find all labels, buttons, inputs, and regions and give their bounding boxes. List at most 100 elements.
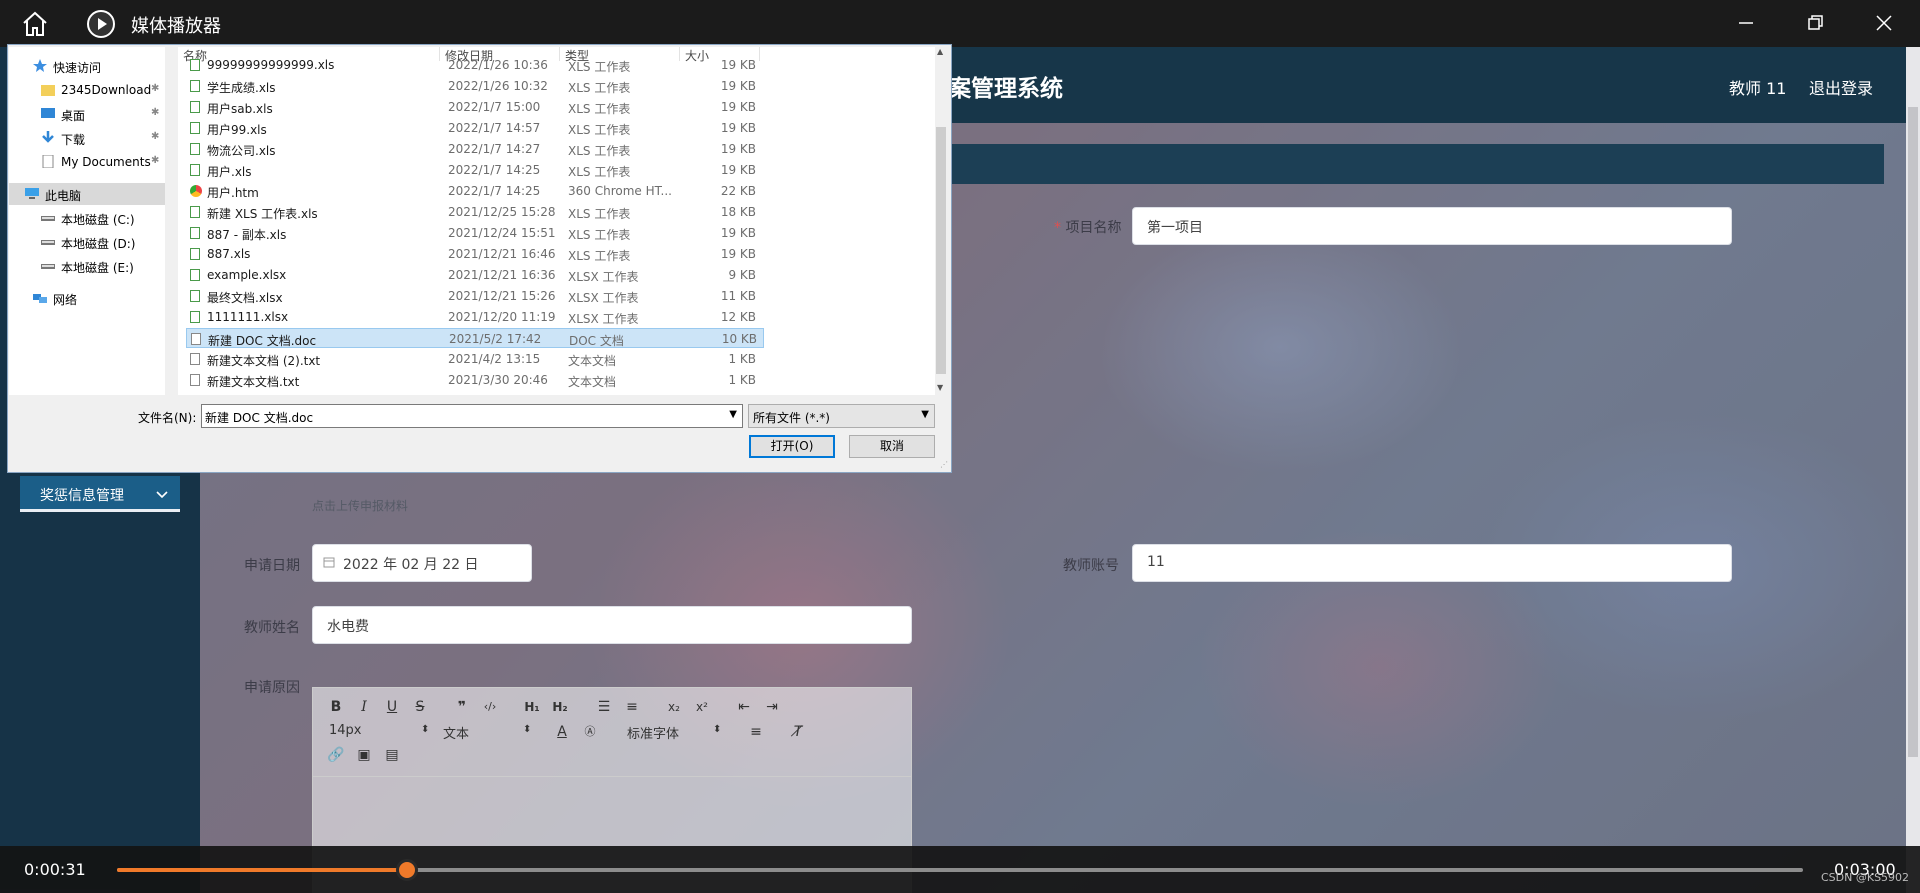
file-row[interactable]: 用户.htm 2022/1/7 14:25 360 Chrome HT... 22 K… xyxy=(186,181,764,201)
file-size: 1 KB xyxy=(728,352,756,366)
image-icon[interactable]: ▣ xyxy=(355,746,373,764)
nav-item[interactable]: 本地磁盘 (D:) xyxy=(9,231,165,253)
file-row[interactable]: 887.xls 2021/12/21 16:46 XLS 工作表 19 KB xyxy=(186,244,764,264)
nav-item[interactable]: 快速访问 xyxy=(9,55,165,77)
file-type: XLS 工作表 xyxy=(568,60,631,74)
page-scrollbar-thumb[interactable] xyxy=(1908,107,1918,757)
restore-button[interactable] xyxy=(1792,6,1838,40)
teacher-account-input[interactable]: 11 xyxy=(1132,544,1732,582)
video-icon[interactable]: ▤ xyxy=(383,746,401,764)
file-row[interactable]: example.xlsx 2021/12/21 16:36 XLSX 工作表 9 KB xyxy=(186,265,764,285)
superscript-icon[interactable]: x² xyxy=(693,698,711,716)
filename-combobox[interactable]: 新建 DOC 文档.doc ▼ xyxy=(201,404,743,428)
file-row[interactable]: 1111111.xlsx 2021/12/20 11:19 XLSX 工作表 12 K… xyxy=(186,307,764,327)
file-date: 2022/1/26 10:36 xyxy=(448,58,548,72)
file-row[interactable]: 用户99.xls 2022/1/7 14:57 XLS 工作表 19 KB xyxy=(186,118,764,138)
background-color-icon[interactable]: Ⓐ xyxy=(581,723,599,741)
nav-item[interactable]: 本地磁盘 (C:) xyxy=(9,207,165,229)
file-name: 用户.xls xyxy=(207,165,252,179)
nav-item[interactable]: 2345Download ✱ xyxy=(9,79,165,101)
file-row[interactable]: 新建文本文档 (2).txt 2021/4/2 13:15 文本文档 1 KB xyxy=(186,349,764,369)
drive-icon xyxy=(41,211,55,224)
file-row[interactable]: 用户sab.xls 2022/1/7 15:00 XLS 工作表 19 KB xyxy=(186,97,764,117)
file-row[interactable]: 新建 XLS 工作表.xls 2021/12/25 15:28 XLS 工作表 18 … xyxy=(186,202,764,222)
section-header-bar xyxy=(940,144,1884,184)
link-icon[interactable]: 🔗 xyxy=(327,746,345,764)
apply-date-picker[interactable]: 2022 年 02 月 22 日 xyxy=(312,544,532,582)
font-color-icon[interactable]: A xyxy=(553,723,571,741)
seek-handle[interactable] xyxy=(395,859,418,881)
project-name-input[interactable]: 第一项目 xyxy=(1132,207,1732,245)
strikethrough-icon[interactable]: S xyxy=(411,698,429,716)
user-label[interactable]: 教师 11 xyxy=(1729,75,1786,99)
indent-icon[interactable]: ⇥ xyxy=(763,698,781,716)
file-row[interactable]: 新建 DOC 文档.doc 2021/5/2 17:42 DOC 文档 10 KB xyxy=(186,328,764,348)
nav-item[interactable]: 本地磁盘 (E:) xyxy=(9,255,165,277)
blockquote-icon[interactable]: ❞ xyxy=(453,698,471,716)
home-icon[interactable] xyxy=(18,9,52,39)
nav-item[interactable]: 网络 xyxy=(9,287,165,309)
ordered-list-icon[interactable]: ☰ xyxy=(595,698,613,716)
pin-icon: ✱ xyxy=(151,107,160,118)
font-size-select[interactable]: 14px ⬍ xyxy=(329,723,429,738)
nav-item-label: 此电脑 xyxy=(45,189,82,203)
file-name: 1111111.xlsx xyxy=(207,310,289,324)
scroll-down-icon[interactable]: ▼ xyxy=(937,383,943,392)
file-size: 10 KB xyxy=(721,332,757,346)
spreadsheet-file-icon xyxy=(190,164,200,176)
download-icon xyxy=(41,131,55,144)
chevron-down-icon[interactable]: ▼ xyxy=(729,409,737,420)
minimize-button[interactable] xyxy=(1723,6,1769,40)
nav-item[interactable]: My Documents ✱ xyxy=(9,151,165,173)
nav-item[interactable]: 此电脑 xyxy=(9,183,165,205)
page-scrollbar[interactable] xyxy=(1906,47,1920,893)
align-icon[interactable]: ≡ xyxy=(747,723,765,741)
clear-format-icon[interactable]: T̸ xyxy=(789,723,807,741)
seek-bar[interactable] xyxy=(117,859,1803,881)
subscript-icon[interactable]: x₂ xyxy=(665,698,683,716)
file-list-scrollbar[interactable]: ▲ ▼ xyxy=(935,47,947,395)
open-button[interactable]: 打开(O) xyxy=(749,435,835,458)
spreadsheet-file-icon xyxy=(190,206,200,218)
italic-icon[interactable]: I xyxy=(355,698,373,716)
logout-link[interactable]: 退出登录 xyxy=(1809,75,1873,99)
underline-icon[interactable]: U xyxy=(383,698,401,716)
bullet-list-icon[interactable]: ≡ xyxy=(623,698,641,716)
file-size: 19 KB xyxy=(720,247,756,261)
chevron-down-icon[interactable]: ▼ xyxy=(921,409,929,420)
nav-item[interactable]: 下载 ✱ xyxy=(9,127,165,149)
close-button[interactable] xyxy=(1861,6,1907,40)
sidebar-item-reward-punishment[interactable]: 奖惩信息管理 xyxy=(20,476,180,512)
code-block-icon[interactable]: ‹/› xyxy=(481,698,499,716)
heading-2-icon[interactable]: H₂ xyxy=(551,698,569,716)
heading-1-icon[interactable]: H₁ xyxy=(523,698,541,716)
file-row[interactable]: 99999999999999.xls 2022/1/26 10:36 XLS 工作表… xyxy=(186,55,764,75)
text-style-select[interactable]: 文本 ⬍ xyxy=(443,723,531,742)
file-list-scrollbar-thumb[interactable] xyxy=(936,127,946,374)
font-family-select[interactable]: 标准字体 ⬍ xyxy=(627,723,727,742)
file-row[interactable]: 新建文本文档.txt 2021/3/30 20:46 文本文档 1 KB xyxy=(186,370,764,390)
file-type: DOC 文档 xyxy=(569,334,624,348)
file-row[interactable]: 最终文档.xlsx 2021/12/21 15:26 XLSX 工作表 11 KB xyxy=(186,286,764,306)
spreadsheet-file-icon xyxy=(190,248,200,260)
outdent-icon[interactable]: ⇤ xyxy=(735,698,753,716)
file-row[interactable]: 887 - 副本.xls 2021/12/24 15:51 XLS 工作表 19 KB xyxy=(186,223,764,243)
document-file-icon xyxy=(190,353,200,365)
scroll-up-icon[interactable]: ▲ xyxy=(937,47,943,56)
teacher-name-input[interactable]: 水电费 xyxy=(312,606,912,644)
file-row[interactable]: 物流公司.xls 2022/1/7 14:27 XLS 工作表 19 KB xyxy=(186,139,764,159)
file-row[interactable]: 用户.xls 2022/1/7 14:25 XLS 工作表 19 KB xyxy=(186,160,764,180)
resize-grip-icon[interactable]: ⋰ xyxy=(940,460,948,469)
file-row[interactable]: 学生成绩.xls 2022/1/26 10:32 XLS 工作表 19 KB xyxy=(186,76,764,96)
bold-icon[interactable]: B xyxy=(327,698,345,716)
file-date: 2022/1/26 10:32 xyxy=(448,79,548,93)
file-name: 用户99.xls xyxy=(207,123,267,137)
document-file-icon xyxy=(191,333,201,345)
filetype-select[interactable]: 所有文件 (*.*) ▼ xyxy=(748,404,935,428)
apply-date-label: 申请日期 xyxy=(244,558,300,574)
cancel-button[interactable]: 取消 xyxy=(849,435,935,458)
file-size: 19 KB xyxy=(720,79,756,93)
file-size: 22 KB xyxy=(720,184,756,198)
desktop-icon xyxy=(41,107,55,120)
nav-item[interactable]: 桌面 ✱ xyxy=(9,103,165,125)
